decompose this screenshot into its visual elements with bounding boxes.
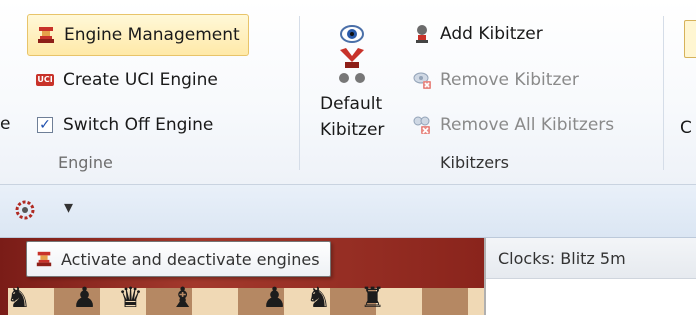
engine-management-label: Engine Management bbox=[64, 25, 240, 45]
engine-management-icon bbox=[36, 25, 56, 45]
queen-piece-icon[interactable]: ♛ bbox=[118, 284, 143, 312]
uci-icon: UCI bbox=[36, 74, 54, 86]
engine-group-label: Engine bbox=[58, 153, 113, 172]
default-kibitzer-button[interactable]: Default Kibitzer bbox=[314, 14, 398, 152]
truncated-left-label: e bbox=[0, 114, 11, 134]
clocks-panel: Clocks: Blitz 5m bbox=[484, 238, 696, 315]
switch-off-engine-label: Switch Off Engine bbox=[63, 115, 214, 135]
knight-piece-icon[interactable]: ♞ bbox=[306, 284, 331, 312]
default-kibitzer-label-line2: Kibitzer bbox=[320, 120, 385, 140]
clocks-title: Clocks: Blitz 5m bbox=[486, 238, 696, 279]
next-group-button[interactable]: C bbox=[678, 20, 696, 170]
switch-off-engine-toggle[interactable]: ✓ Switch Off Engine bbox=[35, 111, 213, 139]
bishop-piece-icon[interactable]: ♝ bbox=[170, 284, 195, 312]
knight-piece-icon[interactable]: ♞ bbox=[6, 284, 31, 312]
default-kibitzer-icon bbox=[330, 20, 374, 90]
rook-piece-icon[interactable]: ♜ bbox=[360, 284, 385, 312]
group-separator bbox=[299, 16, 300, 170]
customize-dropdown-icon[interactable]: ▾ bbox=[64, 197, 73, 218]
remove-kibitzer-icon bbox=[412, 70, 432, 90]
group-separator bbox=[663, 16, 664, 170]
create-uci-engine-label: Create UCI Engine bbox=[63, 70, 218, 90]
quick-access-toolbar: ▾ bbox=[0, 185, 696, 238]
add-kibitzer-icon bbox=[412, 24, 432, 44]
remove-all-kibitzers-icon bbox=[412, 115, 432, 135]
pawn-piece-icon[interactable]: ♟ bbox=[262, 284, 287, 312]
next-group-icon bbox=[684, 20, 696, 58]
tooltip-text: Activate and deactivate engines bbox=[61, 249, 320, 269]
tooltip: Activate and deactivate engines bbox=[26, 241, 331, 277]
check-mark-icon: ✓ bbox=[37, 117, 53, 133]
remove-all-kibitzers-button[interactable]: Remove All Kibitzers bbox=[412, 111, 614, 139]
switch-off-engine-checkbox[interactable]: ✓ bbox=[35, 115, 55, 135]
add-kibitzer-button[interactable]: Add Kibitzer bbox=[412, 20, 543, 48]
remove-kibitzer-label: Remove Kibitzer bbox=[440, 70, 579, 90]
engine-quick-icon[interactable] bbox=[14, 199, 36, 221]
remove-all-kibitzers-label: Remove All Kibitzers bbox=[440, 115, 615, 135]
engine-management-button[interactable]: Engine Management bbox=[27, 14, 249, 56]
kibitzers-group-label: Kibitzers bbox=[440, 153, 509, 172]
add-kibitzer-label: Add Kibitzer bbox=[440, 24, 543, 44]
ribbon: e Engine Management UCI Create UCI Engin… bbox=[0, 0, 696, 185]
truncated-right-label: C bbox=[680, 118, 692, 138]
remove-kibitzer-button[interactable]: Remove Kibitzer bbox=[412, 66, 579, 94]
pawn-piece-icon[interactable]: ♟ bbox=[72, 284, 97, 312]
create-uci-engine-button[interactable]: UCI Create UCI Engine bbox=[35, 66, 218, 94]
default-kibitzer-label-line1: Default bbox=[320, 94, 383, 114]
engine-management-icon bbox=[35, 250, 53, 268]
